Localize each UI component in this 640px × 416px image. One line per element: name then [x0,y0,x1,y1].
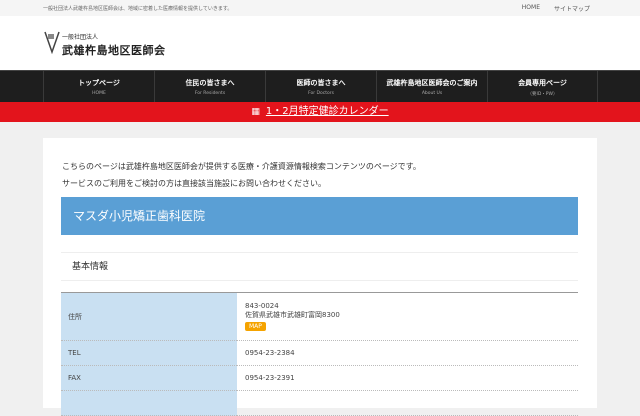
intro-text: こちらのページは武雄杵島地区医師会が提供する医療・介護資源情報検索コンテンツのペ… [62,158,421,192]
section-heading: 基本情報 [61,252,578,281]
table-row: 住所 843-0024 佐賀県武雄市武雄町富岡8300 MAP [61,292,578,341]
sitemap-link[interactable]: サイトマップ [554,4,590,13]
address-value: 佐賀県武雄市武雄町富岡8300 [245,311,340,319]
nav-label: 医師の皆さまへ [296,79,346,87]
nav-members[interactable]: 会員専用ページ （要ID・PW） [487,71,598,102]
logo-subtitle: 一般社団法人 [62,34,99,41]
nav-label: 住民の皆さまへ [185,79,235,87]
row-value [237,390,578,416]
home-link[interactable]: HOME [522,4,540,13]
intro-line: サービスのご利用をご検討の方は直接該当施設にお問い合わせください。 [62,179,326,188]
logo-emblem-icon [44,31,60,54]
postal-code: 843-0024 [245,302,279,310]
address-cell: 843-0024 佐賀県武雄市武雄町富岡8300 MAP [237,292,578,341]
nav-label: 会員専用ページ [518,79,567,87]
content-card: こちらのページは武雄杵島地区医師会が提供する医療・介護資源情報検索コンテンツのペ… [43,138,597,416]
table-row [61,390,578,416]
tel-label: TEL [61,340,237,366]
intro-line: こちらのページは武雄杵島地区医師会が提供する医療・介護資源情報検索コンテンツのペ… [62,162,421,171]
table-row: TEL 0954-23-2384 [61,340,578,366]
nav-sublabel: For Doctors [308,91,334,96]
facility-name: マスダ小児矯正歯科医院 [61,197,578,235]
nav-about[interactable]: 武雄杵島地区医師会のご案内 About Us [376,71,487,102]
fax-label: FAX [61,365,237,391]
nav-label: 武雄杵島地区医師会のご案内 [386,79,478,87]
top-bar: 一般社団法人武雄杵島地区医師会は、地域に密着した医療情報を提供していきます。 H… [0,0,640,16]
nav-sublabel: For Residents [194,91,226,96]
nav-sublabel: （要ID・PW） [527,92,558,97]
header: 一般社団法人 武雄杵島地区医師会 [0,16,640,70]
row-label [61,390,237,416]
fax-value: 0954-23-2391 [237,365,578,391]
calendar-link[interactable]: 1・2月特定健診カレンダー [266,106,389,117]
nav-label: トップページ [78,79,120,87]
nav-sublabel: About Us [421,91,443,96]
table-row: FAX 0954-23-2391 [61,365,578,391]
site-logo[interactable]: 一般社団法人 武雄杵島地区医師会 [44,30,166,58]
logo-title: 武雄杵島地区医師会 [62,44,166,57]
tel-value: 0954-23-2384 [237,340,578,366]
address-label: 住所 [61,292,237,341]
info-table: 住所 843-0024 佐賀県武雄市武雄町富岡8300 MAP TEL 0954… [61,292,578,416]
nav-home[interactable]: トップページ HOME [43,71,154,102]
nav-residents[interactable]: 住民の皆さまへ For Residents [154,71,265,102]
nav-doctors[interactable]: 医師の皆さまへ For Doctors [265,71,376,102]
nav-sublabel: HOME [92,91,106,96]
tagline: 一般社団法人武雄杵島地区医師会は、地域に密着した医療情報を提供していきます。 [43,6,233,12]
map-button[interactable]: MAP [245,322,266,331]
main-nav: トップページ HOME 住民の皆さまへ For Residents 医師の皆さまへ F… [0,70,640,102]
calendar-banner: ▦ 1・2月特定健診カレンダー [0,102,640,122]
calendar-icon: ▦ [251,107,260,117]
